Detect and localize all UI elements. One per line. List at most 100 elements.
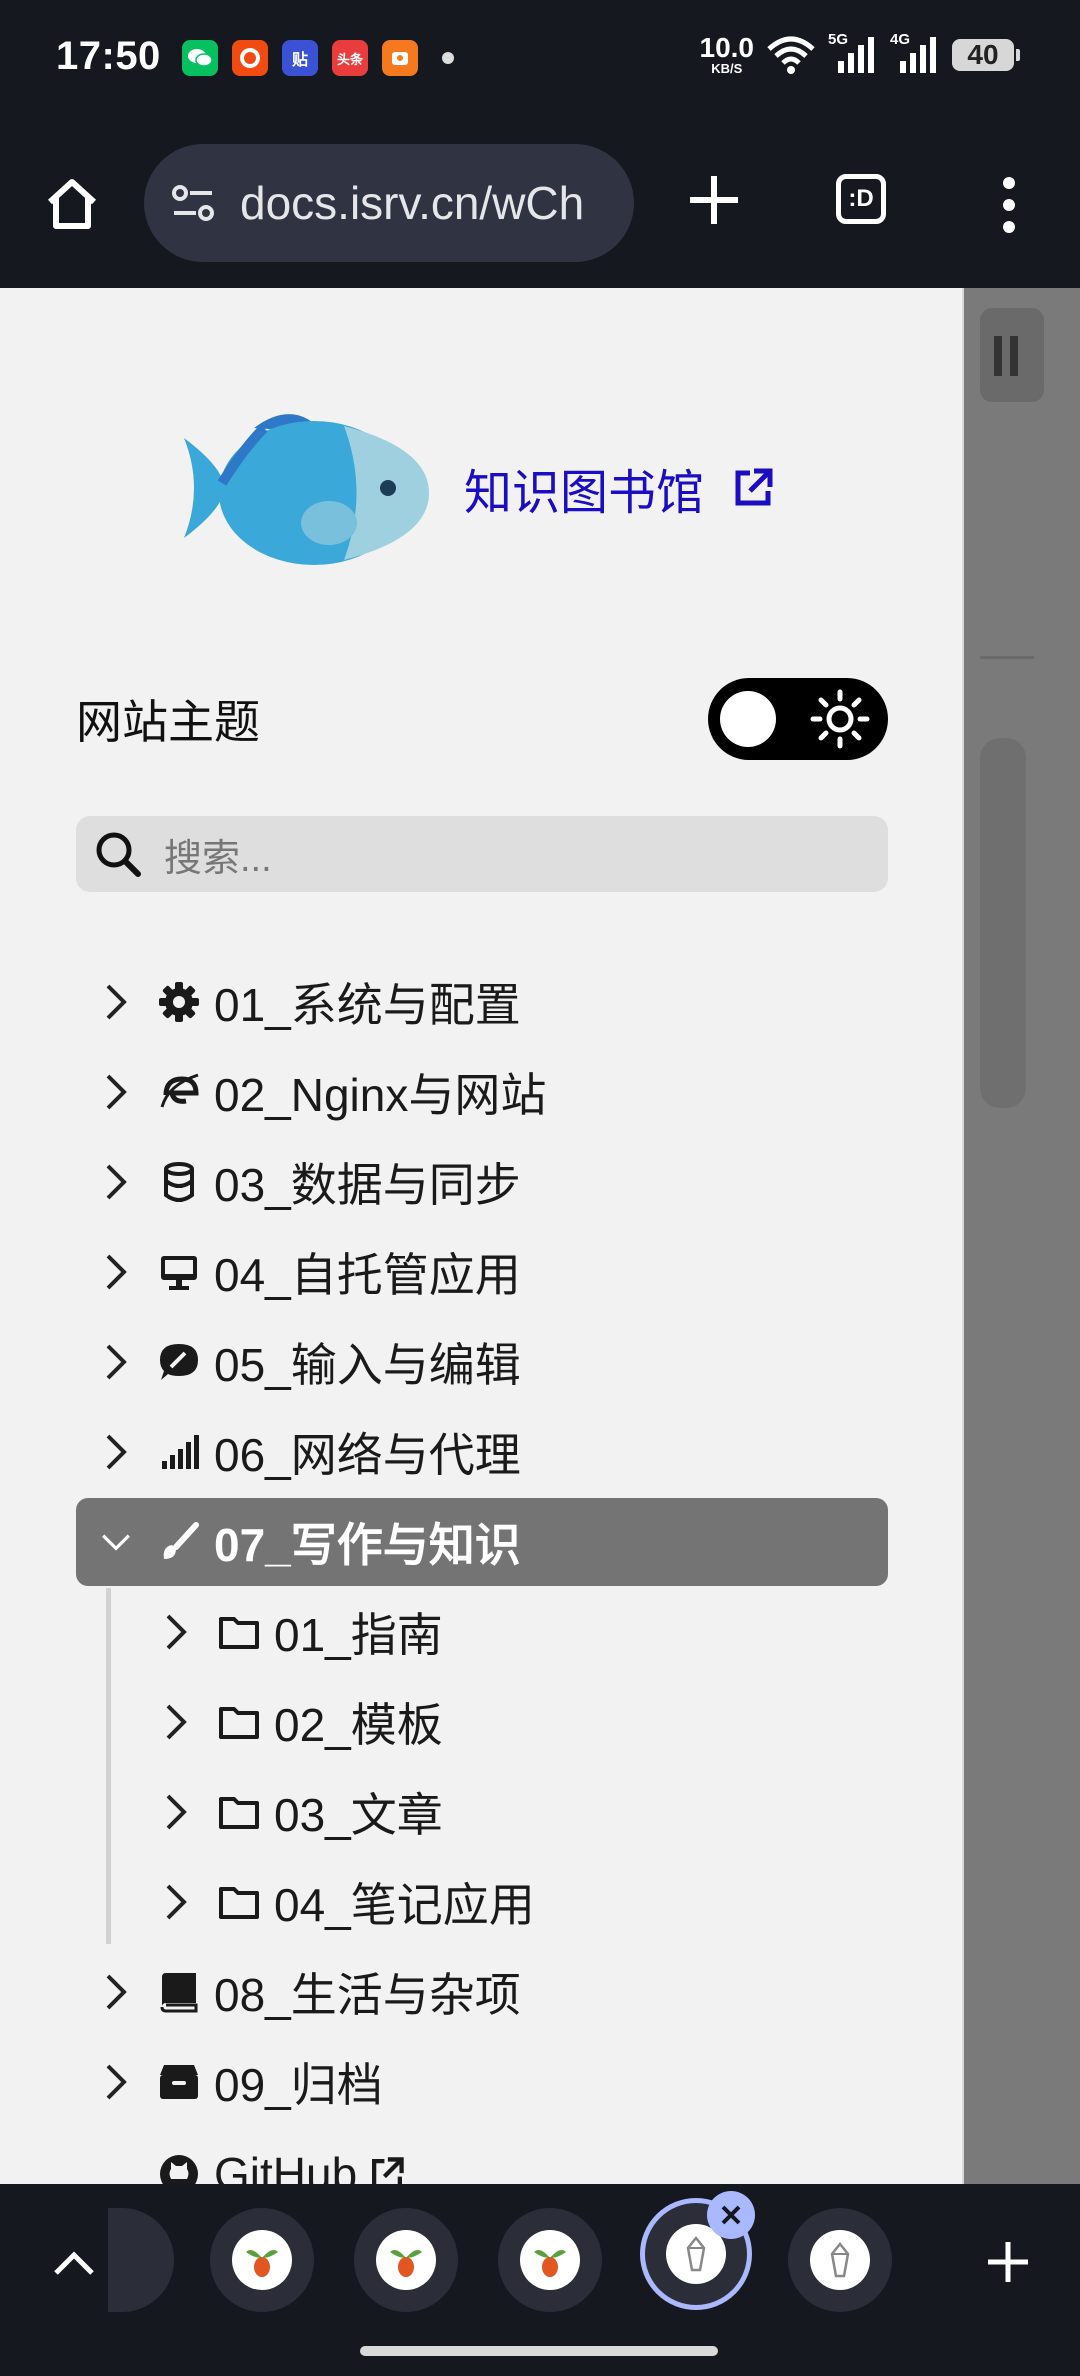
chevron-right-icon <box>100 1974 132 2010</box>
signal-4g-icon: 4G <box>890 31 940 75</box>
sidebar-item-network-proxy[interactable]: 06_网络与代理 <box>76 1408 888 1496</box>
sidebar-item-nginx[interactable]: 02_Nginx与网站 <box>76 1048 888 1136</box>
sidebar-item-system-config[interactable]: 01_系统与配置 <box>76 958 888 1046</box>
chevron-right-icon <box>100 1344 132 1380</box>
chevron-right-icon <box>100 984 132 1020</box>
expand-tabs-button[interactable] <box>44 2232 104 2292</box>
divider <box>980 656 1034 659</box>
radish-icon <box>520 2230 580 2290</box>
tab-thumbnail[interactable] <box>788 2208 892 2312</box>
chevron-right-icon <box>100 1254 132 1290</box>
archive-icon <box>158 2061 200 2103</box>
chevron-right-icon <box>100 1074 132 1110</box>
new-tab-button[interactable] <box>976 2230 1040 2294</box>
chevron-right-icon <box>160 1704 192 1740</box>
page-overlay[interactable] <box>960 288 1080 2184</box>
internet-explorer-icon <box>158 1071 200 1113</box>
sidebar-item-github[interactable]: GitHub <box>76 2130 888 2184</box>
tab-thumbnail[interactable] <box>210 2208 314 2312</box>
status-time: 17:50 <box>56 34 161 78</box>
url-text[interactable]: docs.isrv.cn/wCh <box>240 176 584 230</box>
tab-thumbnail-active[interactable] <box>640 2191 755 2310</box>
folder-icon <box>218 1611 260 1653</box>
menu-icon <box>994 336 1018 376</box>
tab-strip <box>0 2184 1080 2376</box>
status-indicators: 10.0 KB/S 5G 4G 40 <box>699 31 1020 76</box>
chevron-right-icon <box>100 1434 132 1470</box>
sidebar-item-label: 08_生活与杂项 <box>214 1969 521 2021</box>
signal-5g-icon: 5G <box>828 31 878 75</box>
tab-switcher-button[interactable]: :D <box>836 174 886 224</box>
chevron-up-icon <box>54 2251 94 2275</box>
site-header[interactable]: 知识图书馆 <box>184 388 774 588</box>
more-menu-button[interactable] <box>984 170 1034 240</box>
sidebar-item-label: 01_指南 <box>274 1609 443 1661</box>
folder-icon <box>218 1701 260 1743</box>
sidebar-item-label: 04_自托管应用 <box>214 1249 521 1301</box>
wifi-icon <box>767 36 815 74</box>
menu-toggle-button[interactable] <box>980 308 1044 402</box>
sidebar-subitems: 01_指南 02_模板 03_文章 04_笔记应用 <box>76 1588 888 1946</box>
folder-icon <box>218 1881 260 1923</box>
web-content: 知识图书馆 网站主题 搜索... 01_系统与配置 02_Nginx与网站 03… <box>0 288 1080 2184</box>
sidebar-item-life-misc[interactable]: 08_生活与杂项 <box>76 1948 888 2036</box>
sidebar: 知识图书馆 网站主题 搜索... 01_系统与配置 02_Nginx与网站 03… <box>0 288 964 2184</box>
chevron-right-icon <box>100 1164 132 1200</box>
signal-icon <box>158 1431 200 1473</box>
address-bar[interactable]: docs.isrv.cn/wCh <box>144 144 634 262</box>
app-icon <box>382 40 418 76</box>
chevron-down-icon <box>100 1526 132 1558</box>
sidebar-item-templates[interactable]: 02_模板 <box>76 1678 888 1766</box>
plus-icon <box>988 2242 1028 2282</box>
sidebar-item-data-sync[interactable]: 03_数据与同步 <box>76 1138 888 1226</box>
battery-icon: 40 <box>952 38 1020 71</box>
radish-icon <box>232 2230 292 2290</box>
new-tab-button[interactable] <box>678 164 750 236</box>
chevron-right-icon <box>160 1884 192 1920</box>
sidebar-item-label: 03_数据与同步 <box>214 1159 521 1211</box>
sidebar-item-label: 02_Nginx与网站 <box>214 1069 547 1121</box>
chevron-right-icon <box>160 1614 192 1650</box>
external-link-icon <box>372 2157 404 2184</box>
tab-thumbnail[interactable] <box>354 2208 458 2312</box>
home-button[interactable] <box>36 168 108 240</box>
sidebar-item-label: 02_模板 <box>274 1699 443 1751</box>
tab-thumbnail[interactable] <box>108 2208 174 2312</box>
desktop-icon <box>158 1251 200 1293</box>
site-settings-icon[interactable] <box>170 181 218 225</box>
plus-icon <box>690 176 738 224</box>
close-tab-button[interactable] <box>707 2191 755 2239</box>
sidebar-item-label: 06_网络与代理 <box>214 1429 521 1481</box>
sidebar-nav: 01_系统与配置 02_Nginx与网站 03_数据与同步 04_自托管应用 0 <box>76 958 888 2184</box>
home-indicator[interactable] <box>360 2346 718 2356</box>
search-icon <box>96 832 141 877</box>
theme-setting: 网站主题 <box>76 678 888 760</box>
sidebar-item-label: 07_写作与知识 <box>214 1519 521 1571</box>
sidebar-item-label: 05_输入与编辑 <box>214 1339 521 1391</box>
sidebar-item-guide[interactable]: 01_指南 <box>76 1588 888 1676</box>
notification-icons: 贴 头条 <box>182 40 454 76</box>
net-speed: 10.0 KB/S <box>699 32 755 76</box>
site-title[interactable]: 知识图书馆 <box>464 453 704 523</box>
sidebar-item-self-hosted[interactable]: 04_自托管应用 <box>76 1228 888 1316</box>
sidebar-item-archive[interactable]: 09_归档 <box>76 2038 888 2126</box>
github-icon <box>158 2153 200 2184</box>
home-icon <box>47 179 97 229</box>
paintbrush-icon <box>158 1521 200 1563</box>
sun-icon <box>810 689 870 749</box>
search-placeholder: 搜索... <box>164 837 272 880</box>
close-icon <box>721 2205 741 2225</box>
more-notifications-dot <box>442 52 454 64</box>
sidebar-item-input-edit[interactable]: 05_输入与编辑 <box>76 1318 888 1406</box>
sidebar-item-note-apps[interactable]: 04_笔记应用 <box>76 1858 888 1946</box>
theme-toggle[interactable] <box>708 678 888 760</box>
database-icon <box>158 1161 200 1203</box>
sidebar-item-label: GitHub <box>214 2148 358 2184</box>
tab-thumbnail[interactable] <box>498 2208 602 2312</box>
browser-toolbar: docs.isrv.cn/wCh :D <box>0 120 1080 288</box>
sidebar-item-writing-knowledge[interactable]: 07_写作与知识 <box>76 1498 888 1586</box>
search-input[interactable]: 搜索... <box>76 816 888 892</box>
toggle-knob <box>720 691 776 747</box>
sidebar-item-articles[interactable]: 03_文章 <box>76 1768 888 1856</box>
crystal-icon <box>810 2230 870 2290</box>
